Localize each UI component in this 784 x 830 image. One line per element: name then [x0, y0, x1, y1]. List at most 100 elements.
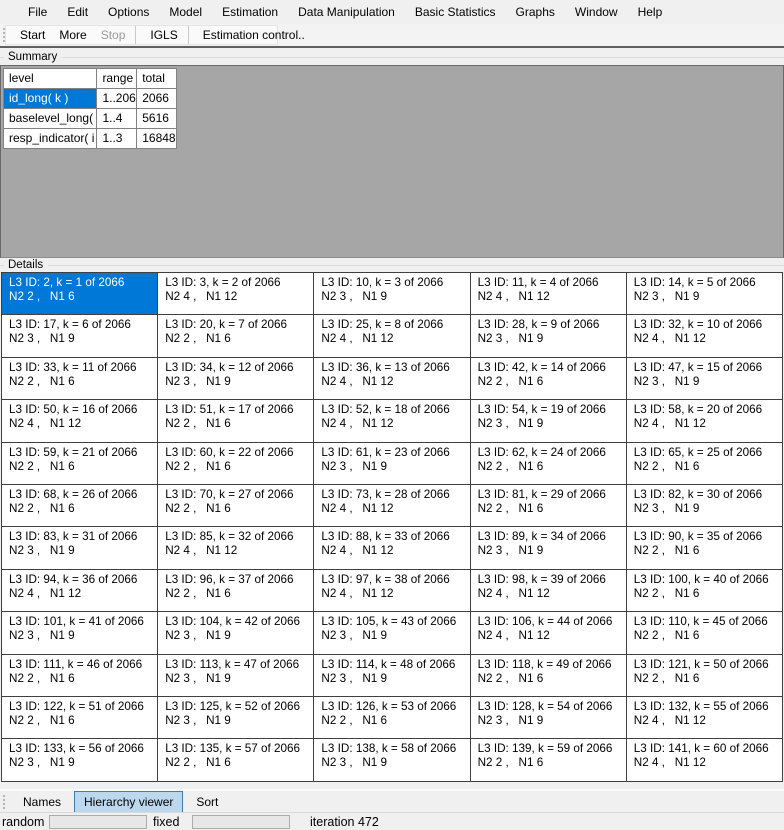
detail-cell[interactable]: L3 ID: 121, k = 50 of 2066 N2 2 , N1 6: [627, 655, 783, 697]
summary-table-row[interactable]: id_long( k ) 1..2066 2066: [4, 89, 177, 109]
detail-cell-id-line: L3 ID: 90, k = 35 of 2066: [634, 530, 780, 544]
detail-cell[interactable]: L3 ID: 70, k = 27 of 2066 N2 2 , N1 6: [158, 485, 314, 527]
detail-cell[interactable]: L3 ID: 47, k = 15 of 2066 N2 3 , N1 9: [627, 358, 783, 400]
detail-cell[interactable]: L3 ID: 101, k = 41 of 2066 N2 3 , N1 9: [2, 612, 158, 654]
detail-cell[interactable]: L3 ID: 135, k = 57 of 2066 N2 2 , N1 6: [158, 739, 314, 781]
estimation-control-button[interactable]: Estimation control..: [196, 26, 312, 44]
detail-cell[interactable]: L3 ID: 51, k = 17 of 2066 N2 2 , N1 6: [158, 400, 314, 442]
detail-cell[interactable]: L3 ID: 83, k = 31 of 2066 N2 3 , N1 9: [2, 527, 158, 569]
igls-button[interactable]: IGLS: [143, 26, 188, 44]
detail-cell[interactable]: L3 ID: 126, k = 53 of 2066 N2 2 , N1 6: [314, 697, 470, 739]
menu-item-basic-statistics[interactable]: Basic Statistics: [405, 1, 506, 23]
detail-cell[interactable]: L3 ID: 104, k = 42 of 2066 N2 3 , N1 9: [158, 612, 314, 654]
menu-item-file[interactable]: File: [18, 1, 57, 23]
menu-item-help[interactable]: Help: [628, 1, 673, 23]
more-button[interactable]: More: [52, 26, 93, 44]
menu-item-graphs[interactable]: Graphs: [506, 1, 565, 23]
detail-cell[interactable]: L3 ID: 118, k = 49 of 2066 N2 2 , N1 6: [471, 655, 627, 697]
detail-cell[interactable]: L3 ID: 128, k = 54 of 2066 N2 3 , N1 9: [471, 697, 627, 739]
detail-cell[interactable]: L3 ID: 2, k = 1 of 2066 N2 2 , N1 6: [2, 273, 158, 315]
detail-cell[interactable]: L3 ID: 138, k = 58 of 2066 N2 3 , N1 9: [314, 739, 470, 781]
menu-item-window[interactable]: Window: [565, 1, 628, 23]
detail-cell-counts-line: N2 3 , N1 9: [634, 290, 780, 304]
detail-cell[interactable]: L3 ID: 100, k = 40 of 2066 N2 2 , N1 6: [627, 570, 783, 612]
detail-cell[interactable]: L3 ID: 132, k = 55 of 2066 N2 4 , N1 12: [627, 697, 783, 739]
detail-cell[interactable]: L3 ID: 50, k = 16 of 2066 N2 4 , N1 12: [2, 400, 158, 442]
detail-cell[interactable]: L3 ID: 141, k = 60 of 2066 N2 4 , N1 12: [627, 739, 783, 781]
detail-cell[interactable]: L3 ID: 82, k = 30 of 2066 N2 3 , N1 9: [627, 485, 783, 527]
detail-cell-counts-line: N2 3 , N1 9: [165, 375, 311, 389]
detail-cell-counts-line: N2 4 , N1 12: [165, 544, 311, 558]
detail-cell[interactable]: L3 ID: 88, k = 33 of 2066 N2 4 , N1 12: [314, 527, 470, 569]
detail-cell[interactable]: L3 ID: 65, k = 25 of 2066 N2 2 , N1 6: [627, 443, 783, 485]
detail-cell[interactable]: L3 ID: 25, k = 8 of 2066 N2 4 , N1 12: [314, 315, 470, 357]
detail-cell[interactable]: L3 ID: 32, k = 10 of 2066 N2 4 , N1 12: [627, 315, 783, 357]
detail-cell[interactable]: L3 ID: 3, k = 2 of 2066 N2 4 , N1 12: [158, 273, 314, 315]
detail-cell[interactable]: L3 ID: 139, k = 59 of 2066 N2 2 , N1 6: [471, 739, 627, 781]
menu-item-model[interactable]: Model: [159, 1, 212, 23]
menu-item-estimation[interactable]: Estimation: [212, 1, 288, 23]
detail-cell[interactable]: L3 ID: 97, k = 38 of 2066 N2 4 , N1 12: [314, 570, 470, 612]
detail-cell[interactable]: L3 ID: 114, k = 48 of 2066 N2 3 , N1 9: [314, 655, 470, 697]
detail-cell[interactable]: L3 ID: 133, k = 56 of 2066 N2 3 , N1 9: [2, 739, 158, 781]
detail-cell[interactable]: L3 ID: 59, k = 21 of 2066 N2 2 , N1 6: [2, 443, 158, 485]
detail-cell[interactable]: L3 ID: 125, k = 52 of 2066 N2 3 , N1 9: [158, 697, 314, 739]
summary-table-row[interactable]: resp_indicator( i ) 1..3 16848: [4, 129, 177, 149]
detail-cell[interactable]: L3 ID: 94, k = 36 of 2066 N2 4 , N1 12: [2, 570, 158, 612]
detail-cell[interactable]: L3 ID: 111, k = 46 of 2066 N2 2 , N1 6: [2, 655, 158, 697]
tab-hierarchy-viewer[interactable]: Hierarchy viewer: [74, 791, 183, 813]
detail-cell-counts-line: N2 4 , N1 12: [478, 629, 624, 643]
detail-cell[interactable]: L3 ID: 54, k = 19 of 2066 N2 3 , N1 9: [471, 400, 627, 442]
menu-item-edit[interactable]: Edit: [57, 1, 98, 23]
detail-cell[interactable]: L3 ID: 73, k = 28 of 2066 N2 4 , N1 12: [314, 485, 470, 527]
detail-cell[interactable]: L3 ID: 17, k = 6 of 2066 N2 3 , N1 9: [2, 315, 158, 357]
detail-cell-id-line: L3 ID: 60, k = 22 of 2066: [165, 446, 311, 460]
detail-cell[interactable]: L3 ID: 58, k = 20 of 2066 N2 4 , N1 12: [627, 400, 783, 442]
detail-cell[interactable]: L3 ID: 113, k = 47 of 2066 N2 3 , N1 9: [158, 655, 314, 697]
detail-cell[interactable]: L3 ID: 98, k = 39 of 2066 N2 4 , N1 12: [471, 570, 627, 612]
detail-cell[interactable]: L3 ID: 33, k = 11 of 2066 N2 2 , N1 6: [2, 358, 158, 400]
detail-cell[interactable]: L3 ID: 89, k = 34 of 2066 N2 3 , N1 9: [471, 527, 627, 569]
tab-sort[interactable]: Sort: [186, 791, 228, 813]
stop-button[interactable]: Stop: [94, 26, 137, 44]
detail-cell[interactable]: L3 ID: 36, k = 13 of 2066 N2 4 , N1 12: [314, 358, 470, 400]
detail-cell-counts-line: N2 2 , N1 6: [478, 375, 624, 389]
summary-level-cell[interactable]: baselevel_long( j ): [4, 109, 97, 129]
detail-cell-counts-line: N2 2 , N1 6: [165, 756, 311, 770]
detail-cell-id-line: L3 ID: 11, k = 4 of 2066: [478, 276, 624, 290]
summary-column-range: range: [97, 69, 137, 89]
detail-cell[interactable]: L3 ID: 34, k = 12 of 2066 N2 3 , N1 9: [158, 358, 314, 400]
detail-cell[interactable]: L3 ID: 96, k = 37 of 2066 N2 2 , N1 6: [158, 570, 314, 612]
detail-cell[interactable]: L3 ID: 105, k = 43 of 2066 N2 3 , N1 9: [314, 612, 470, 654]
menu-item-data-manipulation[interactable]: Data Manipulation: [288, 1, 405, 23]
detail-cell-counts-line: N2 3 , N1 9: [165, 714, 311, 728]
detail-cell[interactable]: L3 ID: 11, k = 4 of 2066 N2 4 , N1 12: [471, 273, 627, 315]
detail-cell[interactable]: L3 ID: 81, k = 29 of 2066 N2 2 , N1 6: [471, 485, 627, 527]
detail-cell-counts-line: N2 2 , N1 6: [634, 460, 780, 474]
tab-names[interactable]: Names: [13, 791, 71, 813]
detail-cell[interactable]: L3 ID: 42, k = 14 of 2066 N2 2 , N1 6: [471, 358, 627, 400]
detail-cell[interactable]: L3 ID: 106, k = 44 of 2066 N2 4 , N1 12: [471, 612, 627, 654]
summary-table-row[interactable]: baselevel_long( j ) 1..4 5616: [4, 109, 177, 129]
summary-level-cell[interactable]: id_long( k ): [4, 89, 97, 109]
detail-cell[interactable]: L3 ID: 61, k = 23 of 2066 N2 3 , N1 9: [314, 443, 470, 485]
detail-cell[interactable]: L3 ID: 90, k = 35 of 2066 N2 2 , N1 6: [627, 527, 783, 569]
detail-cell[interactable]: L3 ID: 110, k = 45 of 2066 N2 2 , N1 6: [627, 612, 783, 654]
detail-cell[interactable]: L3 ID: 60, k = 22 of 2066 N2 2 , N1 6: [158, 443, 314, 485]
detail-cell-id-line: L3 ID: 118, k = 49 of 2066: [478, 658, 624, 672]
detail-cell-id-line: L3 ID: 126, k = 53 of 2066: [321, 700, 467, 714]
detail-cell[interactable]: L3 ID: 122, k = 51 of 2066 N2 2 , N1 6: [2, 697, 158, 739]
detail-cell[interactable]: L3 ID: 85, k = 32 of 2066 N2 4 , N1 12: [158, 527, 314, 569]
detail-cell[interactable]: L3 ID: 68, k = 26 of 2066 N2 2 , N1 6: [2, 485, 158, 527]
menu-item-options[interactable]: Options: [98, 1, 159, 23]
detail-cell[interactable]: L3 ID: 20, k = 7 of 2066 N2 2 , N1 6: [158, 315, 314, 357]
detail-cell-id-line: L3 ID: 125, k = 52 of 2066: [165, 700, 311, 714]
detail-cell[interactable]: L3 ID: 14, k = 5 of 2066 N2 3 , N1 9: [627, 273, 783, 315]
detail-cell[interactable]: L3 ID: 52, k = 18 of 2066 N2 4 , N1 12: [314, 400, 470, 442]
detail-cell-id-line: L3 ID: 139, k = 59 of 2066: [478, 742, 624, 756]
detail-cell[interactable]: L3 ID: 28, k = 9 of 2066 N2 3 , N1 9: [471, 315, 627, 357]
detail-cell[interactable]: L3 ID: 62, k = 24 of 2066 N2 2 , N1 6: [471, 443, 627, 485]
start-button[interactable]: Start: [13, 26, 52, 44]
detail-cell[interactable]: L3 ID: 10, k = 3 of 2066 N2 3 , N1 9: [314, 273, 470, 315]
summary-level-cell[interactable]: resp_indicator( i ): [4, 129, 97, 149]
